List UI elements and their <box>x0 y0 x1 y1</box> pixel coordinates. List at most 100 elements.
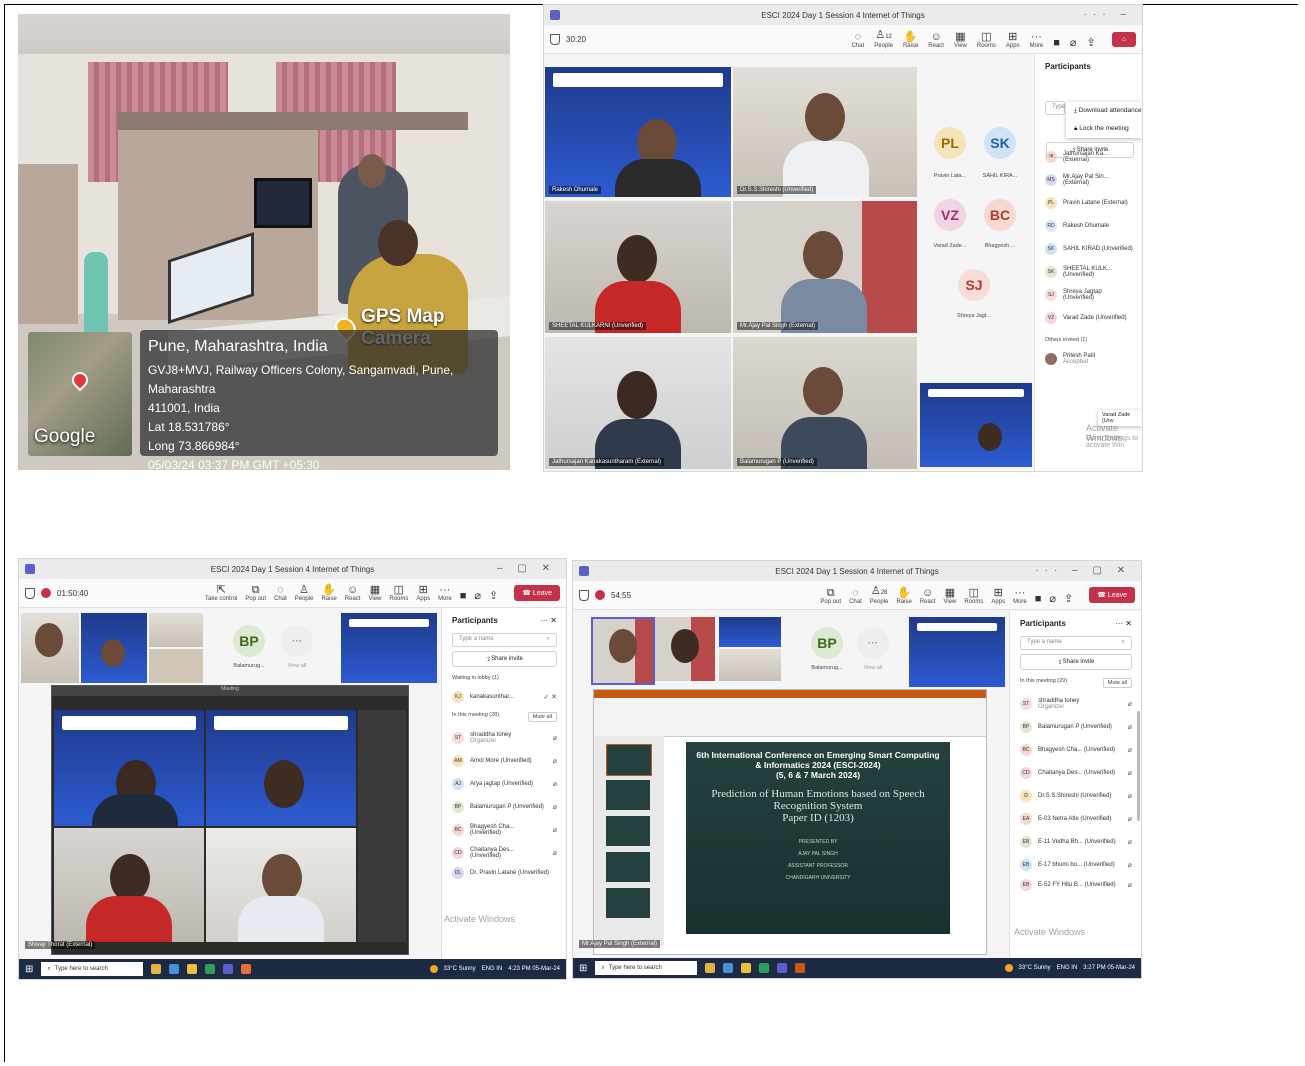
lock-meeting-item[interactable]: 🔒︎ Lock the meeting <box>1066 120 1142 138</box>
participant-row[interactable]: MS Mr.Ajay Pal Sin... (External) <box>1035 168 1142 191</box>
share-invite-button[interactable]: ⇪ Share invite <box>1020 654 1132 670</box>
camera-button[interactable]: ■ <box>1035 593 1042 605</box>
close-icon[interactable]: ··· ✕ <box>540 616 557 625</box>
share-invite-button[interactable]: ⇪ Share invite <box>452 651 557 667</box>
video-tile[interactable] <box>655 617 715 681</box>
powerpoint-taskbar-icon[interactable] <box>795 963 806 973</box>
taskbar-app-icon[interactable] <box>151 964 162 974</box>
avatar-sj[interactable]: SJ <box>958 269 990 301</box>
leave-button[interactable]: ☎ Leave <box>1089 587 1135 603</box>
slide-thumbnail[interactable] <box>606 744 652 776</box>
video-tile[interactable] <box>206 828 356 942</box>
video-tile[interactable] <box>149 649 203 683</box>
participant-row[interactable]: EB E-11 Vedha Bh... (Unverified) ⌀ <box>1010 830 1141 853</box>
taskbar-app-icon[interactable] <box>241 964 252 974</box>
leave-button[interactable]: ☎ Leave <box>514 585 560 601</box>
more-button[interactable]: ··· More <box>1030 31 1044 49</box>
participant-row[interactable]: D Dr.S.S.Shireshi (Unverified) ⌀ <box>1010 784 1141 807</box>
participant-row[interactable]: CD Chaitanya Des... (Unverified) ⌀ <box>442 841 566 864</box>
window-controls[interactable]: – ▢ ✕ <box>497 563 556 574</box>
video-tile[interactable]: SHEETAL KULKARNI (Unverified) <box>545 201 731 333</box>
scrollbar[interactable] <box>1137 711 1140 821</box>
slide-thumbnail[interactable] <box>606 852 650 882</box>
participant-row[interactable]: EB E-17 bhumi bo... (Unverified) ⌀ <box>1010 853 1141 876</box>
in-meeting-header[interactable]: In this meeting (29) Mute all <box>1010 674 1141 692</box>
participant-row[interactable]: SK SAHIL KIRAD (Unverified) <box>1035 237 1142 260</box>
participant-row[interactable]: VZ Varad Zade (Unverified) <box>1035 306 1142 329</box>
share-button[interactable]: ⇪ <box>1064 593 1073 605</box>
rooms-button[interactable]: ◫ Rooms <box>964 587 983 605</box>
waiting-row[interactable]: KJ kanakasunthar... ✓ ✕ <box>442 685 566 708</box>
video-tile[interactable] <box>21 613 79 683</box>
mute-all-button[interactable]: Mute all <box>527 712 557 722</box>
mic-button[interactable]: ⌀ <box>1049 593 1056 605</box>
taskbar-app-icon[interactable] <box>759 963 770 973</box>
taskbar-app-icon[interactable] <box>205 964 216 974</box>
video-tile[interactable]: Dr.S.S.Shireshi (Unverified) <box>733 67 917 197</box>
invited-row[interactable]: Pritesh Patil Accepted <box>1035 347 1142 370</box>
slide-thumbnail[interactable] <box>606 816 650 846</box>
video-tile[interactable] <box>719 649 781 681</box>
window-controls[interactable]: ··· – ▢ ✕ <box>1035 565 1131 576</box>
video-tile[interactable]: Jathursajan Kanakasuntharam (External) <box>545 337 731 469</box>
avatar-bp[interactable]: BP <box>233 625 265 657</box>
take-control-button[interactable]: ⇱ Take control <box>205 584 237 602</box>
mic-button[interactable]: ⌀ <box>474 590 481 602</box>
raise-hand-button[interactable]: ✋ Raise <box>321 584 336 602</box>
react-button[interactable]: ☺ React <box>345 584 361 602</box>
avatar-sk[interactable]: SK <box>984 127 1016 159</box>
video-tile[interactable] <box>149 613 203 647</box>
share-button[interactable]: ⇪ <box>1087 37 1096 49</box>
video-tile[interactable]: Mr.Ajay Pal Singh (External) <box>733 201 917 333</box>
more-button[interactable]: ··· More <box>438 584 452 602</box>
view-button[interactable]: ▦ View <box>954 31 967 49</box>
camera-button[interactable]: ■ <box>460 590 467 602</box>
avatar-bc[interactable]: BC <box>984 199 1016 231</box>
download-attendance-item[interactable]: ⤓ Download attendance <box>1066 102 1142 120</box>
taskbar-app-icon[interactable] <box>741 963 752 973</box>
windows-start-icon[interactable]: ⊞ <box>579 963 587 974</box>
raise-hand-button[interactable]: ✋ Raise <box>903 31 918 49</box>
chat-button[interactable]: ◌ Chat <box>849 587 862 605</box>
windows-start-icon[interactable]: ⊞ <box>25 964 33 975</box>
chat-button[interactable]: ◌ Chat <box>852 31 865 49</box>
participant-row[interactable]: BC Bhagyesh Cha... (Unverified) ⌀ <box>1010 738 1141 761</box>
shared-content-thumbnail[interactable] <box>920 383 1032 467</box>
video-tile[interactable]: Rakesh Dhumale <box>545 67 731 197</box>
avatar-pl[interactable]: PL <box>934 127 966 159</box>
video-tile[interactable] <box>719 617 781 647</box>
participant-row[interactable]: BP Balamurugan P (Unverified) ⌀ <box>1010 715 1141 738</box>
participant-row[interactable]: BP Balamurugan P (Unverified) ⌀ <box>442 795 566 818</box>
people-button[interactable]: ♙12 People <box>874 29 893 49</box>
pop-out-button[interactable]: ⧉ Pop out <box>245 584 266 602</box>
shared-content-thumbnail[interactable] <box>341 613 437 683</box>
participant-row[interactable]: ST shraddha toney Organizer ⌀ <box>1010 692 1141 715</box>
slide-thumbnail[interactable] <box>606 780 650 810</box>
taskbar-app-icon[interactable] <box>705 963 716 973</box>
shared-content-thumbnail[interactable] <box>909 617 1005 687</box>
share-invite-button[interactable]: ⇪ Share invite <box>1046 142 1134 158</box>
video-tile[interactable] <box>591 617 655 685</box>
participant-row[interactable]: PL Pravin Latane (External) <box>1035 191 1142 214</box>
view-button[interactable]: ▦ View <box>368 584 381 602</box>
leave-button[interactable]: ⌂ <box>1111 31 1136 47</box>
avatar-vz[interactable]: VZ <box>934 199 966 231</box>
chat-button[interactable]: ◌ Chat <box>274 584 287 602</box>
taskbar-app-icon[interactable] <box>187 964 198 974</box>
view-all-button[interactable]: ··· <box>281 625 313 657</box>
search-input[interactable]: Type <box>1045 101 1065 115</box>
rooms-button[interactable]: ◫ Rooms <box>977 31 996 49</box>
admit-icon[interactable]: ✓ ✕ <box>543 693 557 701</box>
mute-all-button[interactable]: Mute all <box>1102 678 1132 688</box>
view-button[interactable]: ▦ View <box>943 587 956 605</box>
react-button[interactable]: ☺ React <box>920 587 936 605</box>
teams-taskbar-icon[interactable] <box>777 963 788 973</box>
close-icon[interactable]: ··· ✕ <box>1115 619 1132 628</box>
search-input[interactable]: Type a name ⌕ <box>452 633 557 647</box>
view-all-button[interactable]: ··· <box>857 627 889 659</box>
more-button[interactable]: ··· More <box>1013 587 1027 605</box>
participant-row[interactable]: BC Bhagyesh Cha... (Unverified) ⌀ <box>442 818 566 841</box>
participant-row[interactable]: DL Dr. Pravin Latane (Unverified) <box>442 864 566 882</box>
share-button[interactable]: ⇪ <box>489 590 498 602</box>
people-button[interactable]: ♙ People <box>295 584 314 602</box>
